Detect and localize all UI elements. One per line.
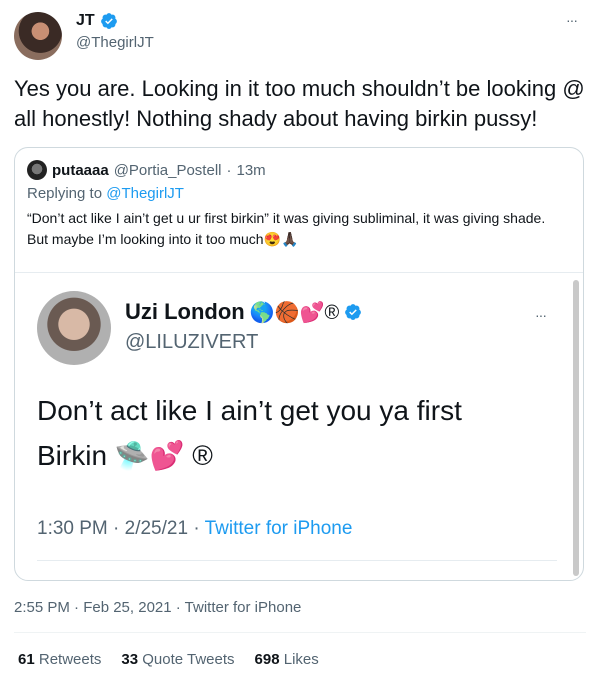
embedded-verified-badge-icon bbox=[345, 304, 362, 320]
quoted-time: 13m bbox=[236, 161, 266, 179]
author-name-row[interactable]: JT bbox=[76, 12, 118, 30]
likes-label: Likes bbox=[283, 651, 319, 668]
author-name[interactable]: JT bbox=[76, 12, 95, 30]
embedded-author-emojis: 🌎🏀💕® bbox=[249, 301, 340, 324]
verified-badge-icon bbox=[100, 13, 117, 29]
quoted-author-handle: @Portia_Postell bbox=[113, 161, 222, 179]
retweets-stat[interactable]: 61 Retweets bbox=[18, 651, 101, 668]
embedded-time: 1:30 PM · 2/25/21 · bbox=[37, 518, 200, 539]
quoted-author-row: putaaaa @Portia_Postell · 13m bbox=[27, 160, 266, 180]
tweet-stats: 61 Retweets 33 Quote Tweets 698 Likes bbox=[18, 651, 339, 668]
likes-count: 698 bbox=[254, 651, 280, 668]
quoted-author-name: putaaaa bbox=[52, 161, 109, 179]
tweet-timestamp[interactable]: 2:55 PM · Feb 25, 2021 · Twitter for iPh… bbox=[14, 599, 301, 616]
embedded-divider bbox=[37, 560, 557, 561]
embedded-tweet-text-line1: Don’t act like I ain’t get you ya first bbox=[37, 395, 462, 426]
retweets-count: 61 bbox=[18, 651, 35, 668]
embedded-tweet-screenshot[interactable]: Uzi London 🌎🏀💕® @LILUZIVERT ··· Don’t ac… bbox=[15, 272, 583, 580]
more-options-icon[interactable]: ··· bbox=[566, 12, 578, 28]
quoted-tweet-card[interactable]: putaaaa @Portia_Postell · 13m Replying t… bbox=[14, 147, 584, 581]
stats-divider bbox=[14, 632, 586, 633]
quote-tweets-stat[interactable]: 33 Quote Tweets bbox=[121, 651, 234, 668]
embedded-author-row: Uzi London 🌎🏀💕® bbox=[125, 299, 362, 325]
embedded-author-handle: @LILUZIVERT bbox=[125, 331, 259, 353]
quote-tweets-label: Quote Tweets bbox=[142, 651, 235, 668]
embedded-more-options-icon: ··· bbox=[535, 307, 547, 323]
quoted-separator: · bbox=[226, 161, 232, 179]
quoted-author-avatar bbox=[27, 160, 47, 180]
embedded-timestamp-row: 1:30 PM · 2/25/21 · Twitter for iPhone bbox=[37, 518, 352, 540]
quote-tweets-count: 33 bbox=[121, 651, 139, 668]
replying-to: Replying to @ThegirlJT bbox=[27, 185, 184, 202]
quoted-text: “Don’t act like I ain’t get u ur first b… bbox=[27, 210, 546, 247]
embedded-author-avatar bbox=[37, 291, 111, 365]
replying-to-handle[interactable]: @ThegirlJT bbox=[106, 185, 184, 202]
embedded-source: Twitter for iPhone bbox=[204, 518, 353, 539]
embedded-scrollbar[interactable] bbox=[573, 280, 579, 576]
retweets-label: Retweets bbox=[38, 651, 102, 668]
replying-to-prefix: Replying to bbox=[27, 185, 103, 202]
tweet-text: Yes you are. Looking in it too much shou… bbox=[14, 76, 585, 131]
author-handle[interactable]: @ThegirlJT bbox=[76, 34, 154, 51]
embedded-author-name: Uzi London bbox=[125, 299, 245, 324]
author-avatar[interactable] bbox=[14, 12, 62, 60]
embedded-tweet-text-line2: Birkin 🛸💕 ® bbox=[37, 440, 213, 471]
likes-stat[interactable]: 698 Likes bbox=[255, 651, 319, 668]
